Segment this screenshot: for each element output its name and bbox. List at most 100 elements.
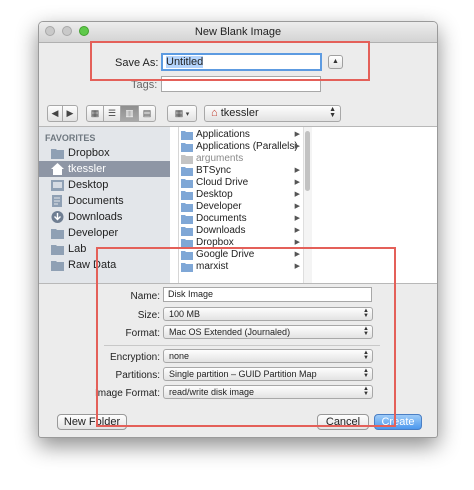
- folder-icon: [181, 155, 193, 164]
- documents-icon: [52, 195, 62, 207]
- format-popup[interactable]: Mac OS Extended (Journaled) ▲ ▼: [163, 325, 373, 339]
- back-arrow-icon: ◀: [51, 108, 59, 118]
- favorites-heading: FAVORITES: [45, 133, 96, 143]
- folder-icon: [181, 239, 193, 248]
- list-item[interactable]: marxist ▶: [179, 261, 303, 273]
- home-icon: ⌂: [211, 107, 218, 119]
- tags-field[interactable]: [161, 76, 321, 92]
- updown-arrows-icon: ▲ ▼: [363, 368, 369, 379]
- disclosure-arrow-icon: ▶: [294, 251, 300, 258]
- tags-label: Tags:: [131, 79, 158, 91]
- disclosure-arrow-icon: ▶: [294, 167, 300, 174]
- partitions-popup[interactable]: Single partition – GUID Partition Map ▲ ▼: [163, 367, 373, 381]
- size-value: 100 MB: [169, 309, 201, 319]
- sidebar-item-raw-data[interactable]: Raw Data: [39, 257, 170, 273]
- folder-icon: [51, 229, 64, 239]
- location-popup[interactable]: ⌂ tkessler ▲ ▼: [204, 105, 341, 122]
- encryption-popup[interactable]: none ▲ ▼: [163, 349, 373, 363]
- column-preview[interactable]: [312, 127, 437, 283]
- list-item[interactable]: Cloud Drive ▶: [179, 177, 303, 189]
- window-title: New Blank Image: [194, 26, 282, 38]
- create-button[interactable]: Create: [374, 414, 422, 430]
- column-home[interactable]: Applications ▶ Applications (Parallels) …: [179, 127, 303, 283]
- file-name: Developer: [196, 201, 242, 212]
- dialog-window: New Blank Image Save As: Untitled ▲ Tags…: [38, 21, 438, 438]
- sidebar-item-desktop[interactable]: Desktop: [39, 177, 170, 193]
- image-name-field[interactable]: Disk Image: [163, 287, 372, 302]
- column-view-icon: ▥: [125, 108, 134, 118]
- cancel-button[interactable]: Cancel: [317, 414, 369, 430]
- sidebar-item-downloads[interactable]: Downloads: [39, 209, 170, 225]
- create-label: Create: [381, 416, 415, 428]
- triangle-up-icon: ▲: [332, 58, 339, 65]
- file-name: Applications (Parallels): [196, 141, 298, 152]
- column-view-button[interactable]: ▥: [120, 105, 139, 122]
- browser-toolbar: ◀ ▶ ▦ ☰ ▥ ▤ ▦ ▾ ⌂ tkessler ▲ ▼: [39, 102, 437, 126]
- list-item[interactable]: Desktop ▶: [179, 189, 303, 201]
- encryption-label: Encryption:: [109, 352, 160, 363]
- list-item[interactable]: Developer ▶: [179, 201, 303, 213]
- disclosure-arrow-icon: ▶: [294, 215, 300, 222]
- save-as-field[interactable]: Untitled: [161, 53, 322, 71]
- sidebar-item-label: Raw Data: [68, 259, 117, 271]
- folder-icon: [181, 251, 193, 260]
- cover-flow-button[interactable]: ▤: [138, 105, 156, 122]
- sidebar-item-dropbox[interactable]: Dropbox: [39, 145, 170, 161]
- file-name: Dropbox: [196, 237, 234, 248]
- save-as-value: Untitled: [166, 56, 204, 68]
- partitions-label: Partitions:: [115, 370, 160, 381]
- folder-icon: [181, 227, 193, 236]
- file-name: Google Drive: [196, 249, 255, 260]
- file-name: Applications: [196, 129, 250, 140]
- folder-icon: [181, 263, 193, 272]
- title-bar: New Blank Image: [39, 22, 437, 43]
- arrange-button[interactable]: ▦ ▾: [167, 105, 197, 122]
- sidebar-item-documents[interactable]: Documents: [39, 193, 170, 209]
- disclosure-arrow-icon: ▶: [294, 263, 300, 270]
- size-popup[interactable]: 100 MB ▲ ▼: [163, 307, 373, 321]
- image-format-popup[interactable]: read/write disk image ▲ ▼: [163, 385, 373, 399]
- file-browser: FAVORITES Dropbox tkessler Desktop Docum…: [39, 126, 437, 284]
- sidebar-item-label: Documents: [68, 195, 124, 207]
- desktop-icon: [51, 180, 64, 191]
- new-folder-button[interactable]: New Folder: [57, 414, 127, 430]
- list-item[interactable]: Downloads ▶: [179, 225, 303, 237]
- list-view-button[interactable]: ☰: [103, 105, 121, 122]
- cover-flow-icon: ▤: [142, 108, 152, 118]
- icon-view-button[interactable]: ▦: [86, 105, 104, 122]
- list-item[interactable]: Documents ▶: [179, 213, 303, 225]
- format-label: Format:: [125, 328, 160, 339]
- location-label: tkessler: [220, 107, 259, 119]
- list-item[interactable]: BTSync ▶: [179, 165, 303, 177]
- list-item[interactable]: arguments: [179, 153, 303, 165]
- sidebar-item-tkessler[interactable]: tkessler: [39, 161, 170, 177]
- list-item[interactable]: Applications ▶: [179, 129, 303, 141]
- forward-button[interactable]: ▶: [62, 105, 78, 122]
- forward-arrow-icon: ▶: [66, 108, 74, 118]
- folder-icon: [181, 179, 193, 188]
- file-name: arguments: [196, 153, 244, 164]
- file-name: Downloads: [196, 225, 246, 236]
- sidebar-item-lab[interactable]: Lab: [39, 241, 170, 257]
- folder-icon: [51, 245, 64, 255]
- sidebar-item-label: Desktop: [68, 179, 109, 191]
- partitions-value: Single partition – GUID Partition Map: [169, 369, 317, 379]
- updown-arrows-icon: ▲ ▼: [363, 386, 369, 397]
- disclosure-arrow-icon: ▶: [294, 143, 300, 150]
- options-divider: [104, 345, 380, 346]
- updown-arrows-icon: ▲ ▼: [363, 350, 369, 361]
- sidebar-item-label: Downloads: [68, 211, 123, 223]
- folder-icon: [181, 191, 193, 200]
- size-label: Size:: [137, 310, 160, 321]
- list-item[interactable]: Dropbox ▶: [179, 237, 303, 249]
- list-item[interactable]: Google Drive ▶: [179, 249, 303, 261]
- list-item[interactable]: Applications (Parallels) ▶: [179, 141, 303, 153]
- scrollbar-thumb[interactable]: [305, 131, 310, 191]
- image-format-label: Image Format:: [94, 388, 160, 399]
- column-root[interactable]: [170, 127, 179, 283]
- expand-dialog-button[interactable]: ▲: [328, 55, 343, 69]
- sidebar-item-developer[interactable]: Developer: [39, 225, 170, 241]
- back-button[interactable]: ◀: [47, 105, 63, 122]
- column-scrollbar[interactable]: [303, 127, 312, 283]
- file-name: Desktop: [196, 189, 233, 200]
